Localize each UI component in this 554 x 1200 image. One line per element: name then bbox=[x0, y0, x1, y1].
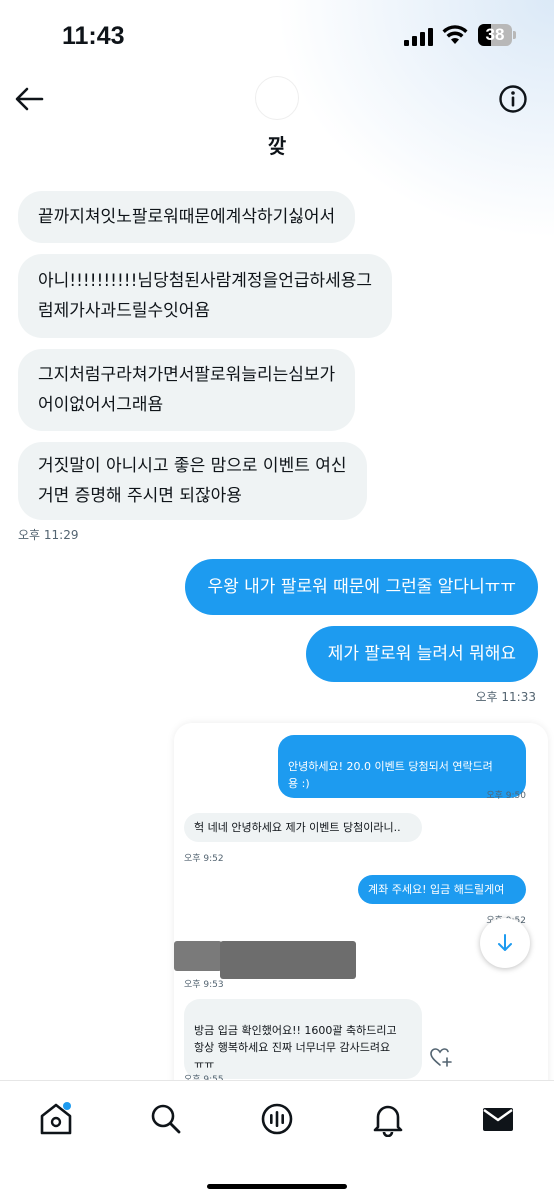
avatar[interactable] bbox=[255, 76, 299, 120]
wifi-icon bbox=[442, 25, 468, 44]
back-arrow-icon[interactable] bbox=[14, 86, 44, 112]
message-text: 아니!!!!!!!!!!님당첨된사람계정을언급하세용그 럼제가사과드릴수잇어욤 bbox=[38, 271, 373, 321]
search-icon[interactable] bbox=[148, 1101, 184, 1137]
outgoing-message[interactable]: 제가 팔로워 늘려서 뭐해요 bbox=[305, 626, 538, 682]
battery-cap bbox=[513, 31, 516, 39]
message-timestamp: 오후 11:29 bbox=[18, 528, 79, 542]
home-icon[interactable] bbox=[38, 1101, 74, 1137]
redacted-image bbox=[220, 941, 356, 979]
incoming-message[interactable]: 거짓말이 아니시고 좋은 맘으로 이벤트 여신 거면 증명해 주시면 되잖아용 bbox=[18, 442, 367, 520]
message-timestamp: 오후 11:33 bbox=[475, 690, 536, 704]
conversation-header: 깢 bbox=[0, 72, 554, 172]
embedded-timestamp: 오후 9:53 bbox=[184, 980, 224, 990]
heart-plus-icon[interactable] bbox=[430, 1048, 452, 1068]
home-indicator bbox=[207, 1184, 347, 1189]
arrow-down-icon bbox=[498, 934, 512, 951]
embedded-timestamp: 오후 9:52 bbox=[184, 854, 224, 864]
incoming-message[interactable]: 끝까지쳐잇노팔로워때문에계삭하기싫어서 bbox=[18, 191, 356, 243]
image-attachment[interactable]: 안녕하세요! 20.0 이벤트 당첨되서 연락드려 용 :) 오후 9:50 헉… bbox=[174, 723, 548, 1103]
message-text: 우왕 내가 팔로워 때문에 그런줄 알다니ㅠㅠ bbox=[207, 577, 516, 597]
message-text: 거짓말이 아니시고 좋은 맘으로 이벤트 여신 거면 증명해 주시면 되잖아용 bbox=[38, 456, 347, 506]
mail-icon[interactable] bbox=[480, 1101, 516, 1137]
embedded-timestamp: 오후 9:50 bbox=[486, 791, 526, 801]
redacted-image bbox=[174, 941, 222, 971]
message-text: 제가 팔로워 늘려서 뭐해요 bbox=[327, 644, 516, 664]
bottom-navigation bbox=[0, 1080, 554, 1200]
battery-icon: 38 bbox=[478, 24, 512, 46]
bell-icon[interactable] bbox=[370, 1101, 406, 1137]
conversation-title[interactable]: 깢 bbox=[0, 130, 554, 159]
embedded-outgoing-message: 계좌 주세요! 입금 해드릴게여 bbox=[358, 875, 526, 904]
outgoing-message[interactable]: 우왕 내가 팔로워 때문에 그런줄 알다니ㅠㅠ bbox=[185, 559, 538, 615]
info-icon[interactable] bbox=[498, 84, 528, 114]
message-text: 끝까지쳐잇노팔로워때문에계삭하기싫어서 bbox=[38, 207, 336, 227]
scroll-to-bottom-button[interactable] bbox=[480, 918, 530, 968]
signal-icon bbox=[404, 26, 434, 46]
incoming-message[interactable]: 그지처럼구라쳐가면서팔로워늘리는심보가 어이없어서그래욤 bbox=[18, 349, 356, 431]
battery-percent: 38 bbox=[485, 25, 505, 44]
embedded-incoming-message: 헉 네네 안녕하세요 제가 이벤트 당첨이라니.. bbox=[184, 813, 422, 842]
incoming-message[interactable]: 아니!!!!!!!!!!님당첨된사람계정을언급하세용그 럼제가사과드릴수잇어욤 bbox=[18, 254, 393, 338]
spaces-icon[interactable] bbox=[259, 1101, 295, 1137]
message-text: 그지처럼구라쳐가면서팔로워늘리는심보가 어이없어서그래욤 bbox=[38, 365, 336, 415]
status-time: 11:43 bbox=[62, 22, 125, 50]
status-bar: 11:43 38 bbox=[0, 0, 554, 72]
embedded-incoming-message: 방금 입금 확인했어요!! 1600괄 축하드리고 항상 행복하세요 진짜 너무… bbox=[184, 999, 422, 1079]
